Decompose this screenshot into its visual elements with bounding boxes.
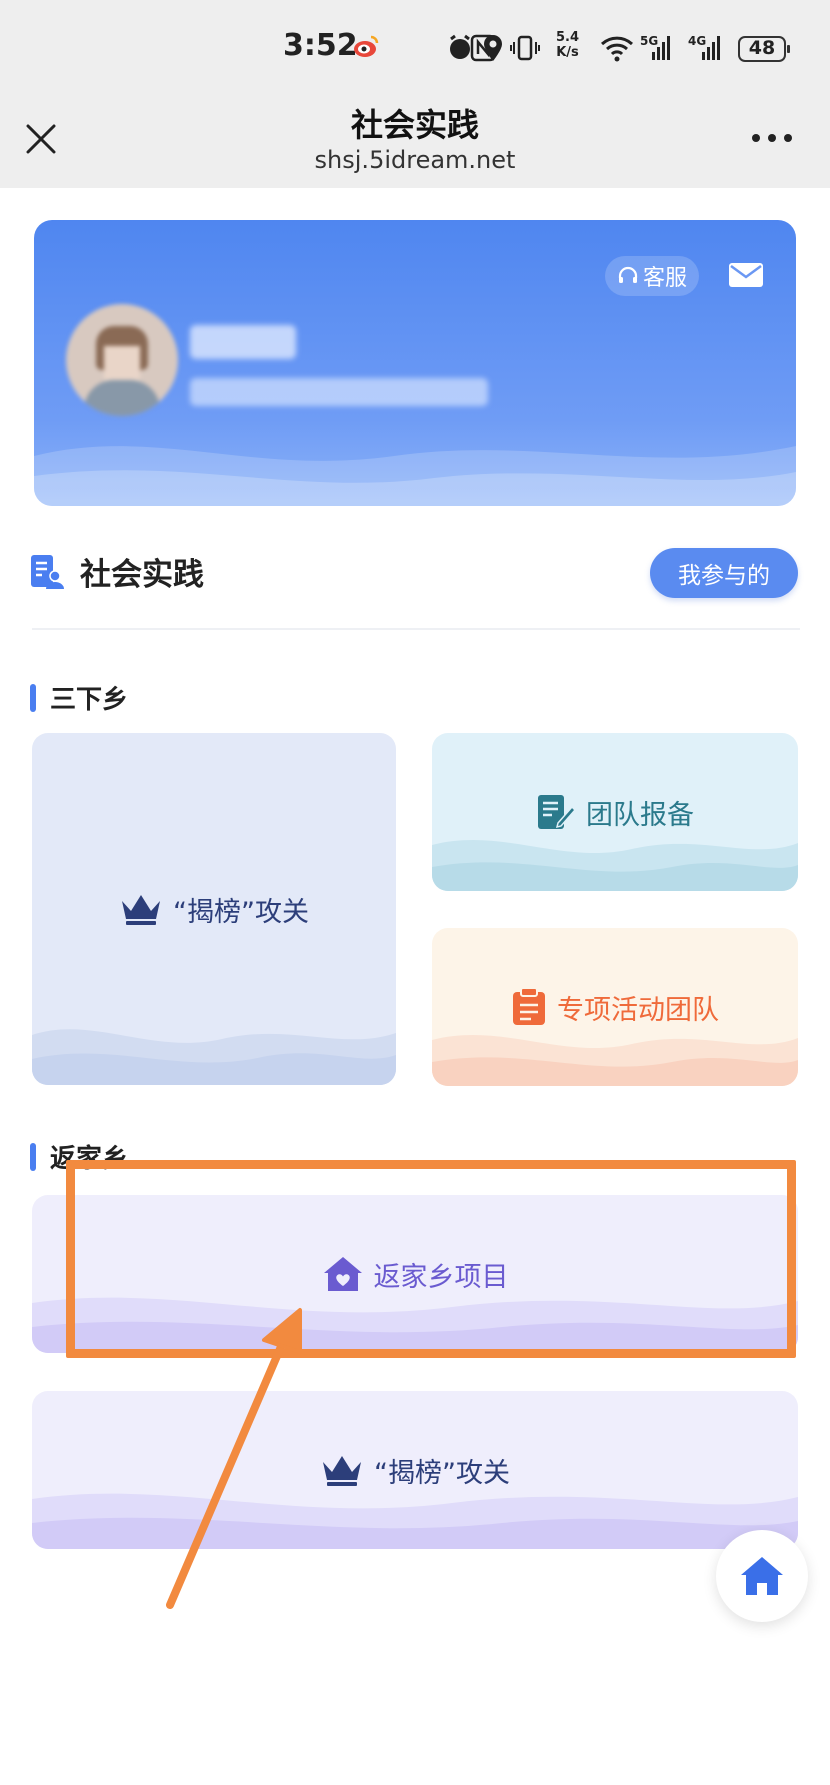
- tile-wave-decoration: [32, 1029, 396, 1085]
- subsection-title-sanxiaxiang: 三下乡: [50, 685, 129, 715]
- customer-service-label: 客服: [642, 266, 687, 291]
- tile-label: “揭榜”攻关: [374, 1457, 510, 1489]
- subsection-marker: [30, 683, 36, 712]
- battery-indicator: 48: [738, 36, 790, 62]
- edit-document-icon: [538, 795, 576, 829]
- subsection-sanxiaxiang: 三下乡: [30, 679, 128, 716]
- tile-jiebang-sanxiaxiang[interactable]: “揭榜”攻关: [32, 733, 396, 1085]
- tile-jiebang-fanjiaxiang[interactable]: “揭榜”攻关: [32, 1391, 798, 1549]
- section-title: 社会实践: [80, 557, 204, 593]
- blurred-user-info: [190, 378, 488, 406]
- signal-4g-icon: [702, 36, 720, 60]
- crown-icon: [323, 1456, 361, 1486]
- tile-label: 专项活动团队: [557, 994, 719, 1026]
- status-time: 3:52: [283, 28, 358, 63]
- crown-icon: [122, 895, 160, 925]
- tile-wave-decoration: [432, 840, 798, 891]
- card-wave-decoration: [34, 446, 796, 506]
- tile-label: “揭榜”攻关: [173, 896, 309, 928]
- blurred-user-name: [190, 325, 296, 359]
- net-speed-unit: K/s: [556, 45, 579, 60]
- more-menu-icon[interactable]: [752, 134, 792, 144]
- network-speed: 5.4 K/s: [556, 30, 579, 60]
- net-speed-value: 5.4: [556, 30, 580, 45]
- home-icon: [741, 1557, 783, 1595]
- avatar: [66, 304, 178, 416]
- home-button[interactable]: [716, 1530, 808, 1622]
- signal-5g-icon: [652, 36, 670, 60]
- customer-service-button[interactable]: 客服: [605, 256, 699, 296]
- location-icon: [482, 34, 504, 62]
- my-participation-button[interactable]: 我参与的: [650, 548, 798, 598]
- clipboard-icon: [513, 987, 545, 1025]
- page-title: 社会实践: [350, 106, 479, 144]
- page-url: shsj.5idream.net: [314, 146, 516, 174]
- alarm-icon: [446, 34, 474, 62]
- mail-icon[interactable]: [728, 262, 764, 288]
- headset-icon: [618, 266, 638, 283]
- annotation-highlight-box: [66, 1160, 796, 1358]
- weibo-icon: [354, 35, 379, 57]
- practice-section-icon: [31, 555, 64, 589]
- subsection-marker: [30, 1142, 36, 1171]
- wifi-icon: [600, 34, 634, 62]
- tile-special-team[interactable]: 专项活动团队: [432, 928, 798, 1086]
- section-divider: [32, 628, 800, 630]
- vibrate-icon: [510, 34, 540, 62]
- tile-wave-decoration: [32, 1493, 798, 1549]
- tile-team-registration[interactable]: 团队报备: [432, 733, 798, 891]
- tile-label: 团队报备: [586, 799, 694, 831]
